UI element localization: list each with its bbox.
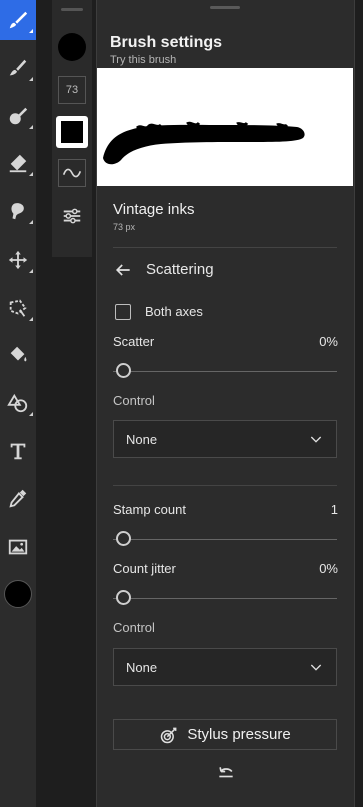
sliders-icon — [63, 208, 81, 224]
eraser-icon — [9, 154, 27, 173]
mixer-brush-tool[interactable] — [0, 96, 36, 136]
scatter-slider-thumb[interactable] — [116, 363, 131, 378]
stylus-pressure-label: Stylus pressure — [187, 726, 291, 743]
brush-stroke-preview-canvas — [103, 121, 305, 165]
count-jitter-slider-thumb[interactable] — [116, 590, 131, 605]
stylus-pressure-icon — [161, 727, 177, 743]
brush-name: Vintage inks — [113, 201, 195, 218]
brush-stroke-preview[interactable] — [97, 68, 353, 186]
shape-tool[interactable] — [0, 383, 36, 423]
panel-subtitle: Try this brush — [110, 54, 177, 66]
type-icon — [10, 443, 26, 460]
arrow-left-icon — [115, 264, 130, 276]
brush-dynamics-button[interactable] — [58, 159, 86, 187]
chevron-down-icon — [310, 664, 322, 671]
brush-size-value: 73 — [65, 84, 79, 96]
wave-icon — [62, 168, 82, 178]
brush-icon — [9, 11, 28, 29]
back-button[interactable] — [111, 258, 135, 282]
scatter-value: 0% — [319, 334, 338, 349]
stamp-count-slider-thumb[interactable] — [116, 531, 131, 546]
move-icon — [8, 250, 28, 270]
scatter-label: Scatter — [113, 334, 155, 349]
smudge-tool[interactable] — [0, 191, 36, 231]
type-tool[interactable] — [0, 431, 36, 471]
paint-bucket-tool[interactable] — [0, 335, 36, 375]
scatter-control-select[interactable]: None — [113, 420, 337, 458]
stamp-count-slider-track[interactable] — [113, 539, 337, 540]
brush-quick-bar: 73 — [52, 0, 92, 257]
panel-drag-handle[interactable] — [210, 6, 240, 9]
eyedropper-icon — [9, 489, 27, 508]
shape-icon — [7, 393, 28, 413]
lasso-icon — [9, 299, 27, 317]
smudge-icon — [11, 203, 24, 220]
paint-brush-tool[interactable] — [0, 48, 36, 88]
panel-title: Brush settings — [110, 34, 223, 51]
brush-size-box[interactable]: 73 — [58, 76, 86, 104]
both-axes-label: Both axes — [145, 304, 203, 319]
count-jitter-slider-track[interactable] — [113, 598, 337, 599]
count-control-select[interactable]: None — [113, 648, 337, 686]
divider — [113, 485, 337, 486]
brush-color-button[interactable] — [56, 116, 88, 148]
mixer-brush-icon — [9, 107, 28, 125]
eyedropper-tool[interactable] — [0, 478, 36, 518]
image-tool[interactable] — [0, 527, 36, 567]
tool-bar — [0, 0, 36, 807]
brush-settings-button[interactable] — [58, 202, 86, 230]
chevron-down-icon — [310, 436, 322, 443]
brush-settings-panel: Brush settings Try this brush Vintage in… — [96, 0, 355, 807]
divider — [113, 247, 337, 248]
paint-brush-icon — [9, 59, 27, 76]
count-jitter-label: Count jitter — [113, 561, 176, 576]
drag-handle[interactable] — [61, 8, 83, 11]
scatter-control-value: None — [126, 431, 158, 447]
control-label: Control — [113, 393, 155, 408]
count-jitter-value: 0% — [319, 561, 338, 576]
foreground-color-swatch[interactable] — [4, 580, 32, 608]
brush-tool[interactable] — [0, 0, 36, 40]
stylus-pressure-button[interactable]: Stylus pressure — [113, 719, 337, 750]
eraser-tool[interactable] — [0, 143, 36, 183]
image-icon — [8, 539, 28, 555]
section-title: Scattering — [146, 261, 214, 278]
stamp-count-label: Stamp count — [113, 502, 186, 517]
undo-icon — [219, 767, 233, 778]
move-tool[interactable] — [0, 240, 36, 280]
both-axes-checkbox[interactable] — [115, 304, 131, 320]
count-control-value: None — [126, 659, 158, 675]
brush-tip-preview[interactable] — [58, 33, 86, 61]
scatter-slider-track[interactable] — [113, 371, 337, 372]
paint-bucket-icon — [10, 346, 27, 362]
lasso-tool[interactable] — [0, 288, 36, 328]
brush-size-label: 73 px — [113, 222, 136, 232]
control-label: Control — [113, 620, 155, 635]
stamp-count-value: 1 — [330, 502, 338, 517]
reset-button[interactable] — [214, 764, 238, 784]
